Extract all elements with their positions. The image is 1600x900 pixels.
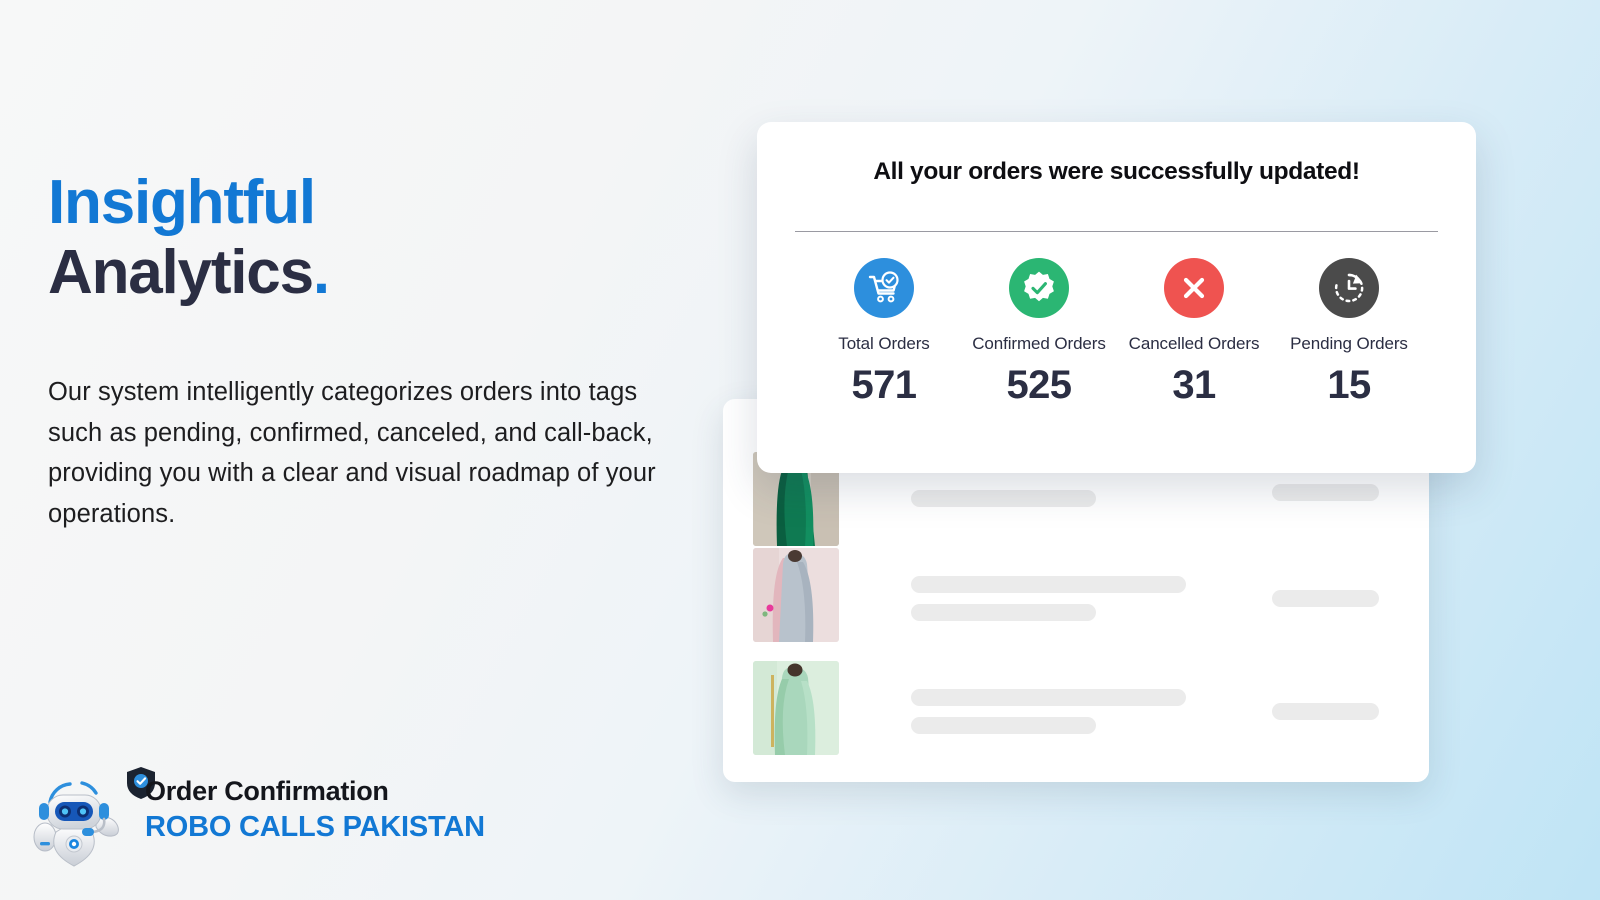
skeleton-bar xyxy=(1272,590,1379,607)
headline-line-1: Insightful xyxy=(48,168,316,237)
promo-banner: Insightful Analytics. Our system intelli… xyxy=(0,0,1600,900)
brand-name: ROBO CALLS PAKISTAN xyxy=(145,811,485,843)
cart-check-icon xyxy=(854,258,914,318)
headline-line-2-text: Analytics xyxy=(48,238,314,308)
stat-cancelled-orders[interactable]: Cancelled Orders 31 xyxy=(1119,258,1269,408)
stats-grid: Total Orders 571 Confirmed Orders 525 Ca… xyxy=(809,258,1424,408)
badge-check-icon xyxy=(1009,258,1069,318)
summary-title: All your orders were successfully update… xyxy=(873,158,1360,185)
stat-confirmed-orders[interactable]: Confirmed Orders 525 xyxy=(964,258,1114,408)
skeleton-bar xyxy=(911,576,1186,593)
stat-value: 571 xyxy=(851,363,918,407)
circle-x-icon xyxy=(1164,258,1224,318)
skeleton-bar xyxy=(911,604,1096,621)
dress-thumbnail-mint xyxy=(753,661,839,755)
stat-value: 31 xyxy=(1172,363,1216,407)
dress-thumbnail-silver xyxy=(753,548,839,642)
brand-footer: Order Confirmation ROBO CALLS PAKISTAN xyxy=(30,760,590,870)
brand-title: Order Confirmation xyxy=(145,776,389,806)
stat-pending-orders[interactable]: Pending Orders 15 xyxy=(1274,258,1424,408)
divider xyxy=(795,231,1438,232)
hero-body-text: Our system intelligently categorizes ord… xyxy=(48,378,656,528)
robot-mascot-icon xyxy=(30,762,140,867)
clock-restore-icon xyxy=(1319,258,1379,318)
stat-total-orders[interactable]: Total Orders 571 xyxy=(809,258,959,408)
stat-label: Pending Orders xyxy=(1290,334,1408,353)
headline-period: . xyxy=(312,238,330,308)
page-title: Insightful Analytics. xyxy=(48,168,688,308)
headline-line-2: Analytics. xyxy=(48,238,688,308)
skeleton-bar xyxy=(911,689,1186,706)
stat-value: 525 xyxy=(1006,363,1073,407)
brand-text-block: Order Confirmation ROBO CALLS PAKISTAN xyxy=(145,774,485,846)
list-item[interactable] xyxy=(753,548,1407,642)
skeleton-bar xyxy=(911,717,1096,734)
skeleton-bar xyxy=(1272,703,1379,720)
order-summary-card: All your orders were successfully update… xyxy=(757,122,1476,473)
stat-label: Total Orders xyxy=(838,334,930,353)
skeleton-bar xyxy=(911,490,1096,507)
list-item[interactable] xyxy=(753,661,1407,755)
stat-value: 15 xyxy=(1327,363,1371,407)
stat-label: Cancelled Orders xyxy=(1128,334,1260,353)
skeleton-bar xyxy=(1272,484,1379,501)
stat-label: Confirmed Orders xyxy=(972,334,1106,353)
